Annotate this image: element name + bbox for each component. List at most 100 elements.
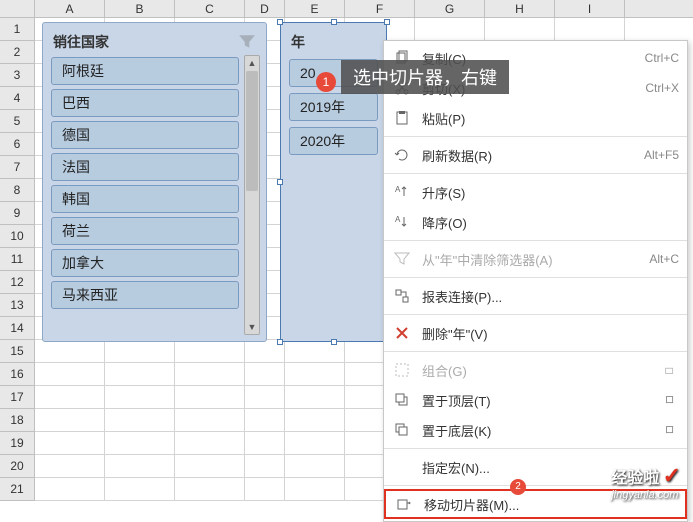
cell[interactable] <box>105 455 175 478</box>
cell[interactable] <box>555 18 625 41</box>
menu-sort-asc[interactable]: A 升序(S) <box>384 177 687 207</box>
row-header[interactable]: 4 <box>0 87 35 110</box>
resize-handle[interactable] <box>331 19 337 25</box>
cell[interactable] <box>285 386 345 409</box>
resize-handle[interactable] <box>277 179 283 185</box>
row-header[interactable]: 1 <box>0 18 35 41</box>
row-header[interactable]: 21 <box>0 478 35 501</box>
menu-bring-to-front[interactable]: 置于顶层(T) <box>384 385 687 415</box>
resize-handle[interactable] <box>331 339 337 345</box>
menu-paste[interactable]: 粘贴(P) <box>384 103 687 133</box>
row-header[interactable]: 5 <box>0 110 35 133</box>
row-header[interactable]: 13 <box>0 294 35 317</box>
cell[interactable] <box>175 455 245 478</box>
slicer-item[interactable]: 巴西 <box>51 89 239 117</box>
cell[interactable] <box>245 386 285 409</box>
slicer-item[interactable]: 加拿大 <box>51 249 239 277</box>
resize-handle[interactable] <box>277 339 283 345</box>
row-header[interactable]: 20 <box>0 455 35 478</box>
menu-delete[interactable]: 删除"年"(V) <box>384 318 687 348</box>
row-header[interactable]: 19 <box>0 432 35 455</box>
slicer-item[interactable]: 阿根廷 <box>51 57 239 85</box>
row-header[interactable]: 3 <box>0 64 35 87</box>
cell[interactable] <box>175 363 245 386</box>
grid-corner[interactable] <box>0 0 35 18</box>
row-header[interactable]: 9 <box>0 202 35 225</box>
cell[interactable] <box>285 455 345 478</box>
cell[interactable] <box>175 432 245 455</box>
slicer-countries[interactable]: 销往国家 阿根廷巴西德国法国韩国荷兰加拿大马来西亚 ▲ ▼ <box>42 22 267 342</box>
col-header[interactable]: E <box>285 0 345 17</box>
cell[interactable] <box>35 455 105 478</box>
row-header[interactable]: 18 <box>0 409 35 432</box>
col-header[interactable]: A <box>35 0 105 17</box>
row-header[interactable]: 11 <box>0 248 35 271</box>
row-header[interactable]: 7 <box>0 156 35 179</box>
scroll-up-icon[interactable]: ▲ <box>245 56 259 70</box>
cell[interactable] <box>105 478 175 501</box>
cell[interactable] <box>285 478 345 501</box>
cell[interactable] <box>245 478 285 501</box>
row-header[interactable]: 2 <box>0 41 35 64</box>
cell[interactable] <box>245 409 285 432</box>
slicer-item[interactable]: 马来西亚 <box>51 281 239 309</box>
slicer-item[interactable]: 德国 <box>51 121 239 149</box>
cell[interactable] <box>285 363 345 386</box>
row-header[interactable]: 15 <box>0 340 35 363</box>
cell[interactable] <box>245 455 285 478</box>
row-header[interactable]: 14 <box>0 317 35 340</box>
cell[interactable] <box>285 409 345 432</box>
row-header[interactable]: 17 <box>0 386 35 409</box>
slicer-item[interactable]: 荷兰 <box>51 217 239 245</box>
filter-clear-icon[interactable] <box>238 33 256 51</box>
resize-handle[interactable] <box>384 19 390 25</box>
cell[interactable] <box>245 363 285 386</box>
row-header[interactable]: 10 <box>0 225 35 248</box>
menu-sort-desc[interactable]: A 降序(O) <box>384 207 687 237</box>
cell[interactable] <box>415 18 485 41</box>
resize-handle[interactable] <box>277 19 283 25</box>
slicer-item[interactable]: 2019年 <box>289 93 378 121</box>
cell[interactable] <box>285 432 345 455</box>
cell[interactable] <box>35 478 105 501</box>
cell[interactable] <box>175 340 245 363</box>
connections-icon <box>392 286 412 306</box>
col-header[interactable]: D <box>245 0 285 17</box>
slicer-item[interactable]: 法国 <box>51 153 239 181</box>
col-header[interactable]: C <box>175 0 245 17</box>
cell[interactable] <box>35 409 105 432</box>
col-header[interactable]: B <box>105 0 175 17</box>
menu-refresh[interactable]: 刷新数据(R) Alt+F5 <box>384 140 687 170</box>
cell[interactable] <box>105 409 175 432</box>
cell[interactable] <box>175 478 245 501</box>
menu-separator <box>384 173 687 174</box>
col-header[interactable]: I <box>555 0 625 17</box>
cell[interactable] <box>245 432 285 455</box>
slicer-item[interactable]: 韩国 <box>51 185 239 213</box>
cell[interactable] <box>175 386 245 409</box>
slicer-item[interactable]: 2020年 <box>289 127 378 155</box>
menu-report-connections[interactable]: 报表连接(P)... <box>384 281 687 311</box>
cell[interactable] <box>35 340 105 363</box>
cell[interactable] <box>105 340 175 363</box>
cell[interactable] <box>105 386 175 409</box>
menu-label: 刷新数据(R) <box>422 146 634 165</box>
cell[interactable] <box>35 386 105 409</box>
cell[interactable] <box>35 432 105 455</box>
row-header[interactable]: 6 <box>0 133 35 156</box>
col-header[interactable]: H <box>485 0 555 17</box>
row-header[interactable]: 12 <box>0 271 35 294</box>
scrollbar[interactable]: ▲ ▼ <box>244 55 260 335</box>
row-header[interactable]: 16 <box>0 363 35 386</box>
menu-send-to-back[interactable]: 置于底层(K) <box>384 415 687 445</box>
cell[interactable] <box>35 363 105 386</box>
scroll-down-icon[interactable]: ▼ <box>245 320 259 334</box>
col-header[interactable]: G <box>415 0 485 17</box>
cell[interactable] <box>105 432 175 455</box>
cell[interactable] <box>485 18 555 41</box>
row-header[interactable]: 8 <box>0 179 35 202</box>
scroll-thumb[interactable] <box>246 71 258 191</box>
cell[interactable] <box>175 409 245 432</box>
col-header[interactable]: F <box>345 0 415 17</box>
cell[interactable] <box>105 363 175 386</box>
